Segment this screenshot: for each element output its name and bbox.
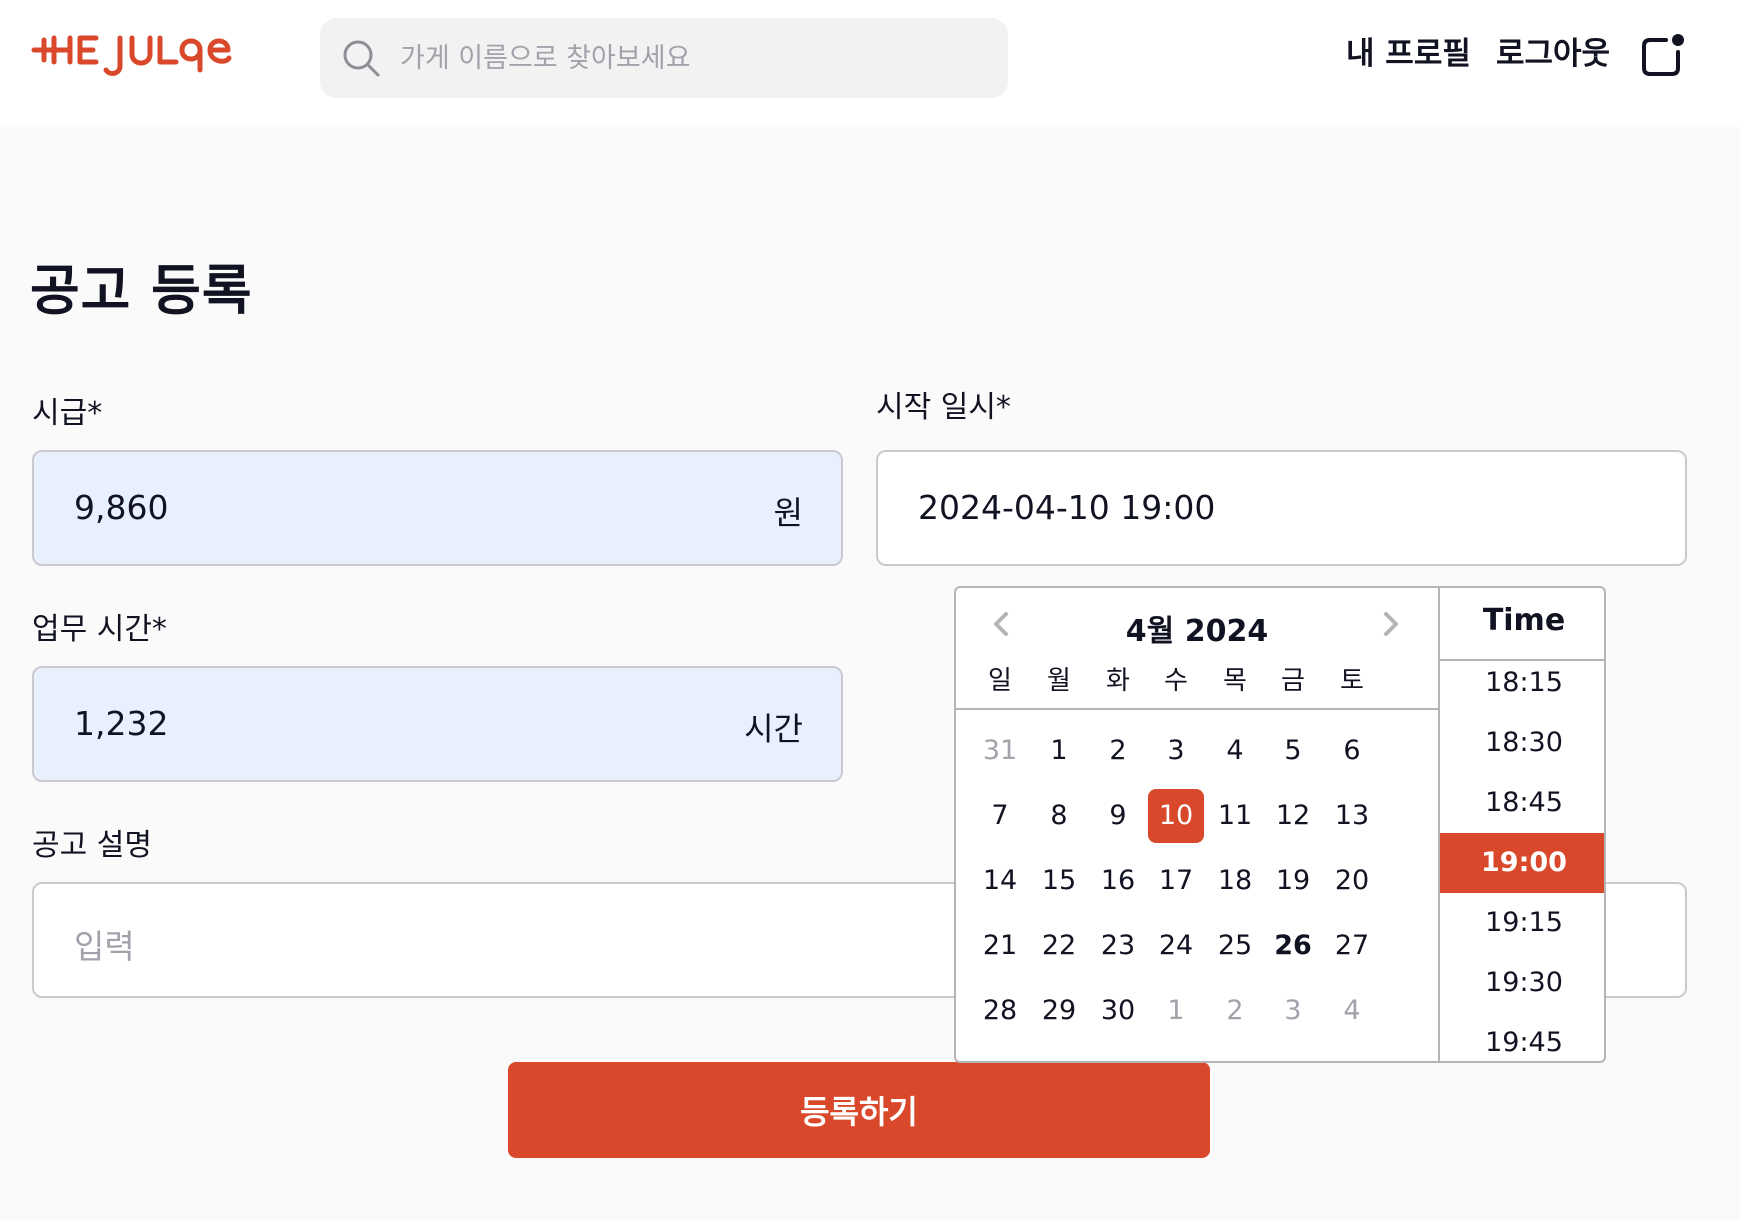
calendar-day[interactable]: 26 — [1265, 919, 1321, 973]
calendar-day[interactable]: 27 — [1324, 919, 1380, 973]
wage-value: 9,860 — [74, 488, 169, 527]
calendar-day[interactable]: 11 — [1207, 789, 1263, 843]
wage-unit: 원 — [773, 494, 803, 532]
calendar-month-title: 4월 2024 — [1125, 614, 1269, 649]
calendar-day[interactable]: 25 — [1207, 919, 1263, 973]
calendar-day[interactable]: 28 — [972, 984, 1028, 1038]
calendar-day[interactable]: 3 — [1265, 984, 1321, 1038]
weekday-label: 금 — [1281, 666, 1305, 696]
time-option-selected[interactable]: 19:00 — [1440, 833, 1604, 893]
calendar-day[interactable]: 18 — [1207, 854, 1263, 908]
page-title: 공고 등록 — [30, 259, 253, 322]
top-header: 내 프로필 로그아웃 — [0, 0, 1740, 127]
start-datetime-label: 시작 일시* — [876, 390, 1011, 425]
calendar-day[interactable]: 21 — [972, 919, 1028, 973]
calendar-day[interactable]: 16 — [1090, 854, 1146, 908]
work-hours-field[interactable]: 1,232 시간 — [32, 666, 843, 782]
calendar-day[interactable]: 4 — [1324, 984, 1380, 1038]
calendar-day[interactable]: 23 — [1090, 919, 1146, 973]
nav-logout-link[interactable]: 로그아웃 — [1496, 28, 1610, 73]
weekday-label: 일 — [988, 666, 1012, 696]
start-datetime-value: 2024-04-10 19:00 — [918, 488, 1216, 527]
calendar-day[interactable]: 1 — [1031, 724, 1087, 778]
description-placeholder: 입력 — [74, 927, 135, 966]
calendar-days: 31 1 2 3 4 5 6 7 8 9 10 11 12 13 14 15 16 17 18 19 20 21 22 23 2… — [956, 712, 1438, 1061]
calendar-day[interactable]: 31 — [972, 724, 1028, 778]
calendar-day[interactable]: 4 — [1207, 724, 1263, 778]
calendar-day-selected[interactable]: 10 — [1148, 789, 1204, 843]
calendar-day[interactable]: 19 — [1265, 854, 1321, 908]
weekday-label: 화 — [1106, 666, 1130, 696]
calendar-day[interactable]: 13 — [1324, 789, 1380, 843]
work-hours-value: 1,232 — [74, 704, 169, 743]
the-julge-logo[interactable] — [30, 26, 254, 82]
time-option[interactable]: 19:45 — [1440, 1013, 1604, 1061]
start-datetime-field[interactable]: 2024-04-10 19:00 — [876, 450, 1687, 566]
weekday-row: 일월화수목금토 — [956, 660, 1438, 700]
time-list[interactable]: 18:15 18:30 18:45 19:00 19:15 19:30 19:45 — [1440, 663, 1604, 1061]
calendar-day[interactable]: 15 — [1031, 854, 1087, 908]
search-icon — [343, 40, 380, 77]
calendar-day[interactable]: 7 — [972, 789, 1028, 843]
calendar-day[interactable]: 17 — [1148, 854, 1204, 908]
description-label: 공고 설명 — [32, 828, 152, 863]
calendar-day[interactable]: 1 — [1148, 984, 1204, 1038]
calendar-day[interactable]: 24 — [1148, 919, 1204, 973]
calendar-header: 4월 2024 일 월 화 수 목 금 토 — [956, 588, 1438, 710]
calendar-day[interactable]: 12 — [1265, 789, 1321, 843]
calendar-day[interactable]: 22 — [1031, 919, 1087, 973]
chevron-right-icon[interactable] — [1370, 604, 1410, 644]
calendar-day[interactable]: 2 — [1207, 984, 1263, 1038]
calendar-day[interactable]: 14 — [972, 854, 1028, 908]
work-hours-label: 업무 시간* — [32, 612, 167, 647]
calendar-day[interactable]: 29 — [1031, 984, 1087, 1038]
datetime-picker: 4월 2024 일월화수목금토 31 1 2 3 4 5 6 7 8 9 10 11 12 13 14 15 1… — [954, 586, 1606, 1063]
calendar-day[interactable]: 30 — [1090, 984, 1146, 1038]
submit-button[interactable]: 등록하기 — [508, 1062, 1210, 1158]
time-option[interactable]: 18:30 — [1440, 713, 1604, 773]
calendar-day[interactable]: 8 — [1031, 789, 1087, 843]
search-bar[interactable] — [320, 18, 1008, 98]
time-option[interactable]: 19:15 — [1440, 893, 1604, 953]
nav-my-profile-link[interactable]: 내 프로필 — [1346, 28, 1471, 73]
wage-label: 시급* — [32, 396, 103, 431]
wage-field[interactable]: 9,860 원 — [32, 450, 843, 566]
calendar-day[interactable]: 2 — [1090, 724, 1146, 778]
calendar-day[interactable]: 6 — [1324, 724, 1380, 778]
weekday-label: 목 — [1223, 666, 1247, 696]
notification-icon[interactable] — [1638, 30, 1686, 80]
search-input[interactable] — [400, 18, 990, 98]
weekday-label: 토 — [1340, 666, 1364, 696]
calendar-day[interactable]: 5 — [1265, 724, 1321, 778]
calendar-day[interactable]: 3 — [1148, 724, 1204, 778]
time-option[interactable]: 18:15 — [1440, 663, 1604, 713]
time-option[interactable]: 18:45 — [1440, 773, 1604, 833]
weekday-label: 월 — [1047, 666, 1071, 696]
calendar-day[interactable]: 20 — [1324, 854, 1380, 908]
time-option[interactable]: 19:30 — [1440, 953, 1604, 1013]
work-hours-unit: 시간 — [744, 710, 803, 748]
time-column: Time 18:15 18:30 18:45 19:00 19:15 19:30 19:45 — [1438, 588, 1604, 1061]
calendar: 4월 2024 일월화수목금토 31 1 2 3 4 5 6 7 8 9 10 11 12 13 14 15 1… — [956, 588, 1438, 1061]
calendar-day[interactable]: 9 — [1090, 789, 1146, 843]
weekday-label: 수 — [1164, 666, 1188, 696]
time-header: Time — [1440, 588, 1604, 661]
